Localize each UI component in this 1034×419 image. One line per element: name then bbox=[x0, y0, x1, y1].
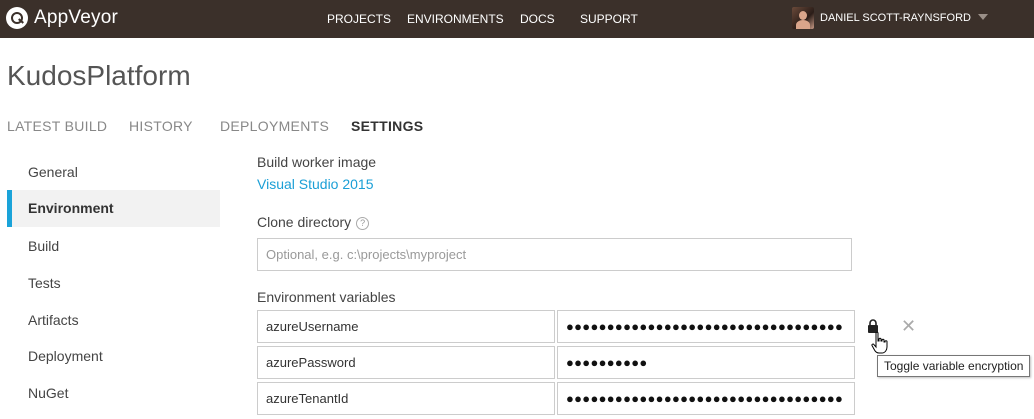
nav-docs[interactable]: DOCS bbox=[520, 12, 555, 26]
help-icon[interactable]: ? bbox=[356, 217, 370, 230]
env-var-value-input[interactable]: ●●●●●●●●●● bbox=[557, 346, 855, 379]
tab-deployments[interactable]: DEPLOYMENTS bbox=[220, 118, 329, 134]
tab-settings[interactable]: SETTINGS bbox=[351, 118, 423, 134]
chevron-down-icon bbox=[977, 13, 988, 20]
top-navbar: AppVeyor PROJECTS ENVIRONMENTS DOCS SUPP… bbox=[0, 0, 1034, 38]
user-name: DANIEL SCOTT-RAYNSFORD bbox=[820, 12, 971, 24]
env-var-value-input[interactable]: ●●●●●●●●●●●●●●●●●●●●●●●●●●●●●●●●●● bbox=[557, 310, 855, 343]
sidebar-item-build[interactable]: Build bbox=[7, 228, 220, 265]
appveyor-logo[interactable]: AppVeyor bbox=[6, 7, 118, 29]
env-var-name-input[interactable] bbox=[257, 346, 555, 379]
worker-image-label: Build worker image bbox=[257, 154, 377, 170]
nav-support[interactable]: SUPPORT bbox=[580, 12, 638, 26]
sidebar-item-tests[interactable]: Tests bbox=[7, 265, 220, 302]
clone-directory-label-text: Clone directory bbox=[257, 214, 352, 230]
env-var-value-masked: ●●●●●●●●●●●●●●●●●●●●●●●●●●●●●●●●●● bbox=[566, 391, 844, 406]
env-var-value-input[interactable]: ●●●●●●●●●●●●●●●●●●●●●●●●●●●●●●●●●● bbox=[557, 382, 855, 415]
tooltip: Toggle variable encryption bbox=[877, 355, 1031, 377]
env-vars-label: Environment variables bbox=[257, 289, 396, 305]
sidebar-item-nuget[interactable]: NuGet bbox=[7, 375, 220, 412]
hand-cursor-icon bbox=[871, 331, 888, 354]
sidebar-item-deployment[interactable]: Deployment bbox=[7, 338, 220, 375]
appveyor-logo-icon bbox=[6, 7, 28, 29]
sidebar-item-general[interactable]: General bbox=[7, 154, 220, 191]
clone-directory-input[interactable] bbox=[257, 238, 852, 271]
worker-image-link[interactable]: Visual Studio 2015 bbox=[257, 176, 374, 192]
env-var-value-masked: ●●●●●●●●●●●●●●●●●●●●●●●●●●●●●●●●●● bbox=[566, 319, 844, 334]
tab-history[interactable]: HISTORY bbox=[129, 118, 193, 134]
env-var-name-input[interactable] bbox=[257, 310, 555, 343]
nav-projects[interactable]: PROJECTS bbox=[327, 12, 391, 26]
nav-environments[interactable]: ENVIRONMENTS bbox=[407, 12, 504, 26]
page-title: KudosPlatform bbox=[7, 60, 191, 91]
brand-name: AppVeyor bbox=[34, 7, 118, 28]
sidebar-item-environment[interactable]: Environment bbox=[7, 190, 220, 227]
env-var-name-input[interactable] bbox=[257, 382, 555, 415]
user-menu[interactable]: DANIEL SCOTT-RAYNSFORD bbox=[792, 7, 988, 29]
sidebar-item-artifacts[interactable]: Artifacts bbox=[7, 302, 220, 339]
avatar bbox=[792, 7, 814, 29]
env-var-value-masked: ●●●●●●●●●● bbox=[566, 355, 648, 370]
close-icon[interactable]: ✕ bbox=[901, 317, 916, 335]
tab-latest-build[interactable]: LATEST BUILD bbox=[7, 118, 107, 134]
clone-directory-label: Clone directory? bbox=[257, 214, 370, 230]
